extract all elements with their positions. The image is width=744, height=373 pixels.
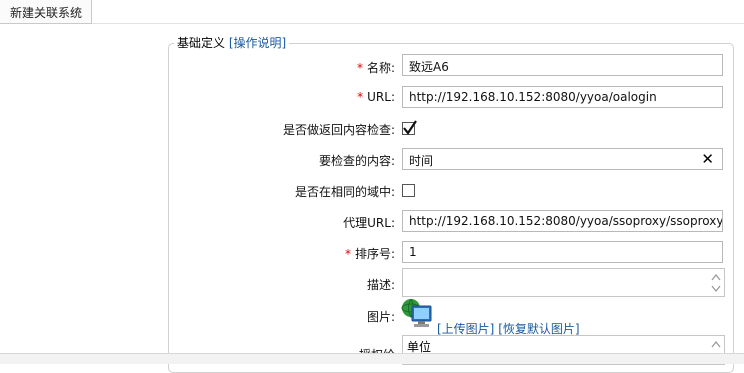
required-mark: * <box>357 90 364 104</box>
section-legend: 基础定义 [操作说明] <box>174 34 290 51</box>
description-textarea[interactable] <box>402 268 725 297</box>
url-label: * URL: <box>357 90 395 104</box>
scroll-up-icon[interactable] <box>710 272 722 282</box>
check-return-label: 是否做返回内容检查: <box>282 123 395 137</box>
upload-image-link[interactable]: [上传图片] <box>437 322 494 336</box>
name-label: * 名称: <box>357 59 395 76</box>
help-link[interactable]: [操作说明] <box>229 36 286 50</box>
tab-new-related-system[interactable]: 新建关联系统 <box>0 0 744 24</box>
scroll-up-icon[interactable] <box>710 339 722 349</box>
name-label-text: 名称: <box>366 61 395 75</box>
image-label: 图片: <box>366 310 395 324</box>
name-input[interactable]: 致远A6 <box>402 54 723 76</box>
order-label-text: 排序号: <box>354 247 395 261</box>
required-mark: * <box>344 247 351 261</box>
scroll-down-icon[interactable] <box>710 284 722 294</box>
same-domain-checkbox[interactable] <box>402 184 415 197</box>
proxy-url-input[interactable]: http://192.168.10.152:8080/yyoa/ssoproxy… <box>402 210 723 232</box>
order-input[interactable]: 1 <box>402 241 723 263</box>
computer-network-icon <box>400 297 434 331</box>
reset-image-link[interactable]: [恢复默认图片] <box>498 322 579 336</box>
required-mark: * <box>356 61 363 75</box>
check-return-checkbox[interactable] <box>402 120 417 135</box>
description-label: 描述: <box>366 278 395 292</box>
authorize-value: 单位 <box>407 340 432 354</box>
proxy-url-label: 代理URL: <box>343 216 395 230</box>
check-content-value: 时间 <box>409 154 434 168</box>
check-content-label: 要检查的内容: <box>318 154 395 168</box>
url-label-text: URL: <box>367 90 395 104</box>
checkmark-icon <box>403 120 417 135</box>
order-label: * 排序号: <box>345 245 395 262</box>
check-content-input[interactable]: 时间 ✕ <box>402 148 723 170</box>
same-domain-label: 是否在相同的域中: <box>294 185 395 199</box>
bottom-scroll-bar[interactable] <box>0 353 744 364</box>
url-input[interactable]: http://192.168.10.152:8080/yyoa/oalogin <box>402 86 723 108</box>
close-icon[interactable]: ✕ <box>701 149 714 169</box>
section-title: 基础定义 <box>177 36 226 50</box>
